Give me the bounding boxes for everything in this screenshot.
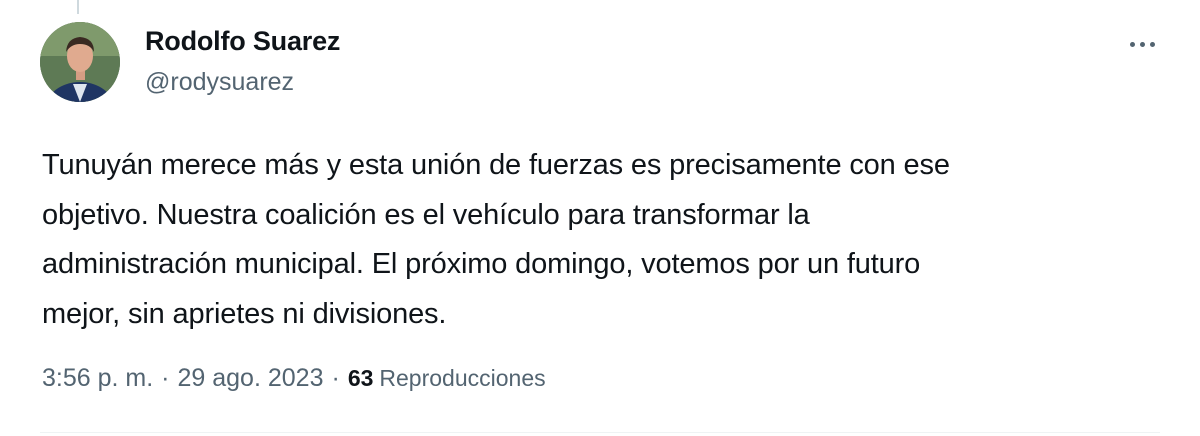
tweet-text: Tunuyán merece más y esta unión de fuerz… — [42, 141, 1142, 339]
author-handle[interactable]: @rodysuarez — [145, 68, 294, 97]
thread-connector-line — [77, 0, 79, 14]
tweet-text-line: Tunuyán merece más y esta unión de fuerz… — [42, 149, 950, 181]
avatar-photo — [40, 22, 120, 102]
divider — [40, 432, 1160, 433]
tweet-text-line: administración municipal. El próximo dom… — [42, 248, 921, 280]
separator-dot: · — [161, 364, 170, 392]
tweet-text-line: objetivo. Nuestra coalición es el vehícu… — [42, 198, 810, 231]
more-horizontal-icon-dot — [1139, 41, 1145, 47]
tweet-card[interactable]: Rodolfo Suarez @rodysuarez Tunuyán merec… — [0, 0, 1200, 436]
avatar[interactable] — [40, 22, 120, 102]
tweet-date[interactable]: 29 ago. 2023 — [178, 364, 324, 393]
views-count[interactable]: 63 — [348, 365, 374, 392]
separator-dot: · — [331, 364, 340, 392]
more-options-button[interactable] — [1120, 30, 1164, 58]
tweet-time[interactable]: 3:56 p. m. — [42, 364, 153, 393]
views-label[interactable]: Reproducciones — [379, 365, 545, 392]
author-name[interactable]: Rodolfo Suarez — [145, 26, 340, 57]
more-horizontal-icon-dot — [1149, 41, 1155, 47]
more-horizontal-icon — [1129, 41, 1135, 47]
tweet-text-line: mejor, sin aprietes ni divisiones. — [42, 297, 447, 330]
tweet-metadata: 3:56 p. m. · 29 ago. 2023 · 63 Reproducc… — [42, 364, 546, 393]
